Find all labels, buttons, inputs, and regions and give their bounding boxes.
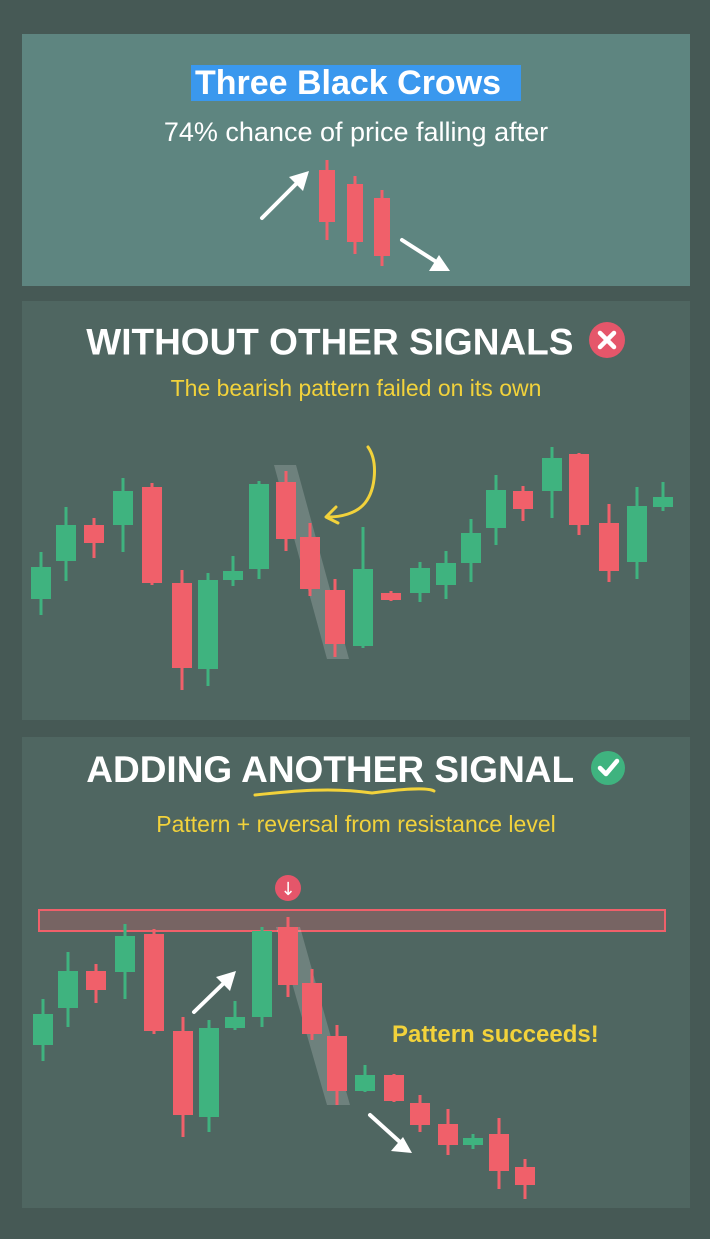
candlestick xyxy=(173,1017,193,1137)
candlestick xyxy=(278,917,298,997)
candlestick xyxy=(199,1020,219,1132)
candlestick xyxy=(58,952,78,1027)
without-signals-panel: WITHOUT OTHER SIGNALS The bearish patter… xyxy=(22,301,690,720)
successful-pattern-chart: ↓ xyxy=(33,787,666,1199)
candlestick xyxy=(172,570,192,690)
candlestick xyxy=(144,929,164,1034)
candlestick xyxy=(223,556,243,586)
candlestick xyxy=(225,1001,245,1030)
resistance-level-zone xyxy=(38,909,666,932)
candlestick xyxy=(599,504,619,582)
candlestick xyxy=(355,1065,375,1092)
candlestick xyxy=(249,481,269,579)
candlestick xyxy=(489,1118,509,1189)
candlestick xyxy=(542,447,562,518)
candlestick xyxy=(276,471,296,551)
candlestick xyxy=(515,1159,535,1199)
three-black-crows-illustration xyxy=(260,160,450,271)
candlestick xyxy=(252,927,272,1027)
candlestick xyxy=(115,924,135,999)
candlestick xyxy=(84,518,104,558)
adding-signal-panel: ADDING ANOTHER SIGNAL Pattern + reversal… xyxy=(22,737,690,1208)
candlestick xyxy=(569,453,589,535)
emphasis-underline xyxy=(253,787,436,797)
arrow-down-right-icon xyxy=(400,238,450,271)
candlestick xyxy=(113,478,133,552)
arrow-down-right-icon xyxy=(368,1113,412,1153)
three-black-crows-panel: Three Black Crows 74% chance of price fa… xyxy=(22,34,690,286)
candlestick xyxy=(56,507,76,581)
candlestick xyxy=(463,1134,483,1149)
candlestick xyxy=(381,591,401,601)
crow-candle-1 xyxy=(319,160,335,240)
candlestick xyxy=(438,1109,458,1155)
candlestick xyxy=(410,562,430,602)
candlestick xyxy=(627,487,647,579)
candlestick xyxy=(436,551,456,599)
arrow-up-right-icon xyxy=(192,971,236,1014)
failed-pattern-chart xyxy=(31,445,673,690)
down-arrow-marker-icon: ↓ xyxy=(275,875,301,901)
candlestick xyxy=(142,483,162,585)
candlestick xyxy=(384,1074,404,1102)
candlestick xyxy=(353,527,373,648)
candlestick xyxy=(513,486,533,521)
svg-text:↓: ↓ xyxy=(280,879,295,900)
crow-candle-3 xyxy=(374,190,390,266)
candlestick xyxy=(653,482,673,511)
crow-candle-2 xyxy=(347,176,363,254)
candlestick xyxy=(33,999,53,1061)
candlestick xyxy=(486,475,506,545)
candlestick xyxy=(31,552,51,615)
candlestick xyxy=(461,519,481,582)
arrow-up-right-icon xyxy=(260,171,309,220)
candlestick xyxy=(198,573,218,686)
candlestick xyxy=(86,964,106,1003)
candlestick xyxy=(410,1095,430,1132)
